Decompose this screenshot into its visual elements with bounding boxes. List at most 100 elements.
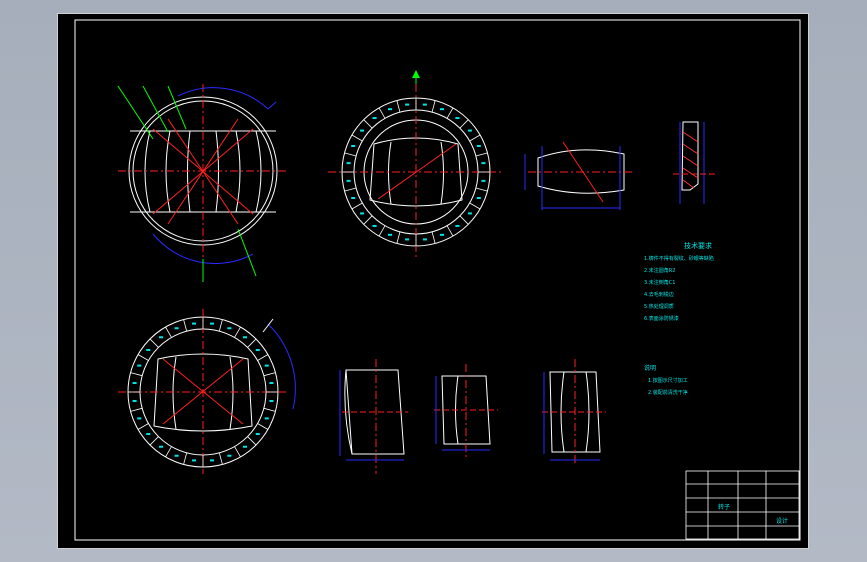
segment-mark [440,233,445,236]
ring-segment-divider [344,187,357,192]
segment-mark [137,364,142,367]
ring-segment-divider [218,452,223,465]
segment-mark [137,417,142,420]
note-3: 3.未注倒角C1 [644,279,675,286]
segment-mark [405,238,410,241]
segment-mark [210,459,215,462]
ring-segment-divider [351,202,363,210]
view-top-left [117,84,288,282]
ring-segment-divider [469,134,481,142]
segment-mark [227,327,232,330]
ring-segment-divider [469,202,481,210]
segment-mark [227,454,232,457]
segment-mark [481,162,486,165]
technical-notes: 技术要求 1.铸件不得有裂纹、砂眼等缺陷 2.未注圆角R2 3.未注倒角C1 4… [644,241,714,396]
ring-segment-divider [257,354,269,361]
note-4: 4.去毛刺锐边 [644,291,674,298]
ring-segment-divider [137,354,149,361]
segment-mark [422,238,427,241]
segment-mark [351,144,356,147]
segment-mark [467,212,472,215]
segment-mark [243,445,248,448]
ring-segment-divider [396,100,401,113]
ring-segment-divider [218,319,223,332]
segment-mark [467,129,472,132]
north-arrow-icon [412,70,420,78]
ring-segment-divider [344,152,357,157]
ring-segment-divider [446,107,454,119]
cad-viewport[interactable]: 技术要求 1.铸件不得有裂纹、砂眼等缺陷 2.未注圆角R2 3.未注倒角C1 4… [0,0,867,562]
segment-mark [346,179,351,182]
ring-segment-divider [234,326,241,338]
segment-mark [440,108,445,111]
segment-mark [158,445,163,448]
view-profile-hatched [673,121,718,204]
segment-mark [481,179,486,182]
view-bottom-left [118,309,296,474]
ring-segment-divider [363,215,373,225]
ring-segment-divider [363,119,373,129]
segment-mark [405,103,410,106]
ring-segment-divider [257,423,269,430]
title-company: 设计 [776,517,788,525]
ring-segment-divider [475,152,488,157]
ring-segment-divider [183,452,188,465]
ring-segment-divider [475,187,488,192]
segment-mark [346,162,351,165]
view-section-c [434,364,498,459]
ring-segment-divider [263,407,276,412]
ring-segment-divider [396,231,401,244]
segment-mark [210,322,215,325]
ring-segment-divider [351,134,363,142]
segment-mark [146,433,151,436]
note-1: 1.铸件不得有裂纹、砂眼等缺陷 [644,255,714,262]
view-section-a [524,141,633,210]
ring-segment-divider [247,338,257,348]
ring-segment-divider [183,319,188,332]
ring-segment-divider [165,326,172,338]
note-2: 2.未注圆角R2 [644,267,675,274]
view-section-b [339,359,408,474]
segment-mark [455,117,460,120]
segment-mark [387,108,392,111]
segment-mark [476,197,481,200]
segment-mark [132,400,137,403]
ring-segment-divider [431,100,436,113]
inner-frame [74,19,801,541]
ring-segment-divider [247,436,257,446]
segment-mark [360,129,365,132]
ring-segment-divider [459,119,469,129]
segment-mark [191,459,196,462]
segment-mark [476,144,481,147]
ring-segment-divider [149,338,159,348]
segment-mark [455,224,460,227]
segment-mark [422,103,427,106]
drawing-sheet: 技术要求 1.铸件不得有裂纹、砂眼等缺陷 2.未注圆角R2 3.未注倒角C1 4… [57,13,809,549]
segment-mark [372,117,377,120]
ring-segment-divider [234,446,241,458]
ring-segment-divider [137,423,149,430]
segment-mark [360,212,365,215]
ring-segment-divider [459,215,469,225]
segment-mark [351,197,356,200]
ring-segment-divider [378,225,386,237]
segment-mark [264,364,269,367]
view-section-d [542,359,606,466]
segment-mark [132,381,137,384]
segment-mark [174,454,179,457]
section-heading: 说明 [644,364,656,372]
segment-mark [174,327,179,330]
segment-mark [243,336,248,339]
ring-segment-divider [130,372,143,377]
segment-mark [269,381,274,384]
ring-segment-divider [130,407,143,412]
note-5: 5.热处理调质 [644,303,674,310]
ring-segment-divider [165,446,172,458]
ring-segment-divider [149,436,159,446]
cad-drawing: 技术要求 1.铸件不得有裂纹、砂眼等缺陷 2.未注圆角R2 3.未注倒角C1 4… [74,19,801,541]
section-note-1: 1.按图示尺寸加工 [648,377,688,384]
segment-mark [372,224,377,227]
segment-mark [264,417,269,420]
note-6: 6.表面涂防锈漆 [644,315,679,322]
ring-segment-divider [378,107,386,119]
